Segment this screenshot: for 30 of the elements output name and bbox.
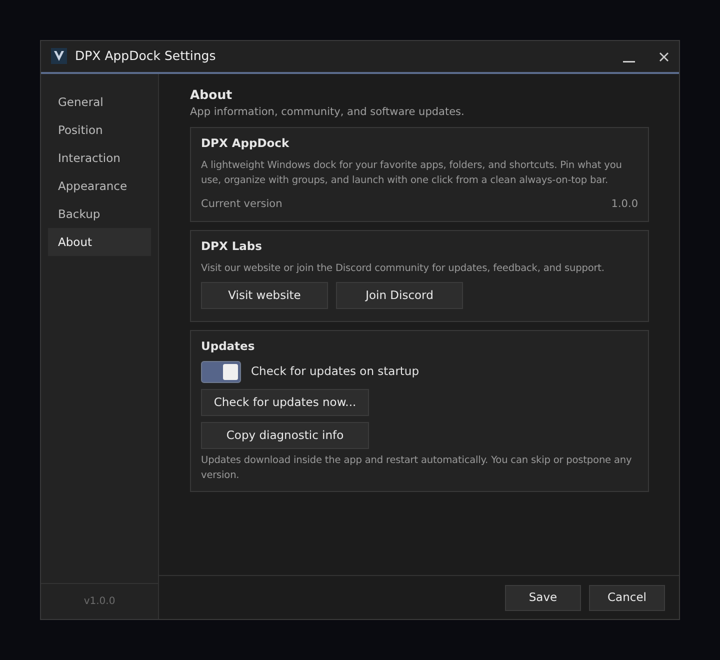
sidebar-item[interactable]: Position — [48, 116, 151, 144]
section-title: DPX AppDock — [201, 134, 290, 152]
toggle-switch[interactable] — [201, 361, 241, 383]
close-icon — [659, 52, 669, 62]
sidebar-item[interactable]: Appearance — [48, 172, 151, 200]
action-button[interactable]: Join Discord — [336, 282, 463, 309]
close-button[interactable] — [659, 52, 669, 62]
page-title: About — [190, 86, 234, 104]
minimize-icon — [623, 60, 635, 62]
sidebar-item[interactable]: General — [48, 88, 151, 116]
description-text: Updates download inside the app and restart automatically. You can skip or postpone any version. — [201, 454, 633, 483]
toggle-label: Check for updates on startup — [251, 363, 420, 380]
description-text: Visit our website or join the Discord community for updates, feedback, and support. — [201, 262, 606, 276]
sidebar-item[interactable]: Interaction — [48, 144, 151, 172]
action-button[interactable]: Copy diagnostic info — [201, 422, 369, 449]
logo-icon — [51, 48, 67, 65]
action-button[interactable]: Check for updates now... — [201, 389, 369, 416]
action-button[interactable]: Visit website — [201, 282, 328, 309]
sidebar-item[interactable]: About — [48, 228, 151, 256]
sidebar-item[interactable]: Backup — [48, 200, 151, 228]
section-title: DPX Labs — [201, 238, 264, 254]
window-title: DPX AppDock Settings — [75, 47, 217, 66]
description-text: A lightweight Windows dock for your favorite apps, folders, and shortcuts. Pin what you use, organize with groups, and launch with one click from a clean always-on-top bar. — [201, 158, 623, 188]
section-title: Updates — [201, 338, 256, 355]
version-caption: Current version — [201, 196, 282, 212]
page-subtitle: App information, community, and software updates. — [190, 104, 466, 120]
version-label: v1.0.0 — [41, 583, 158, 619]
version-value: 1.0.0 — [611, 196, 638, 212]
footer-button[interactable]: Save — [505, 584, 581, 610]
footer-button[interactable]: Cancel — [589, 584, 665, 610]
